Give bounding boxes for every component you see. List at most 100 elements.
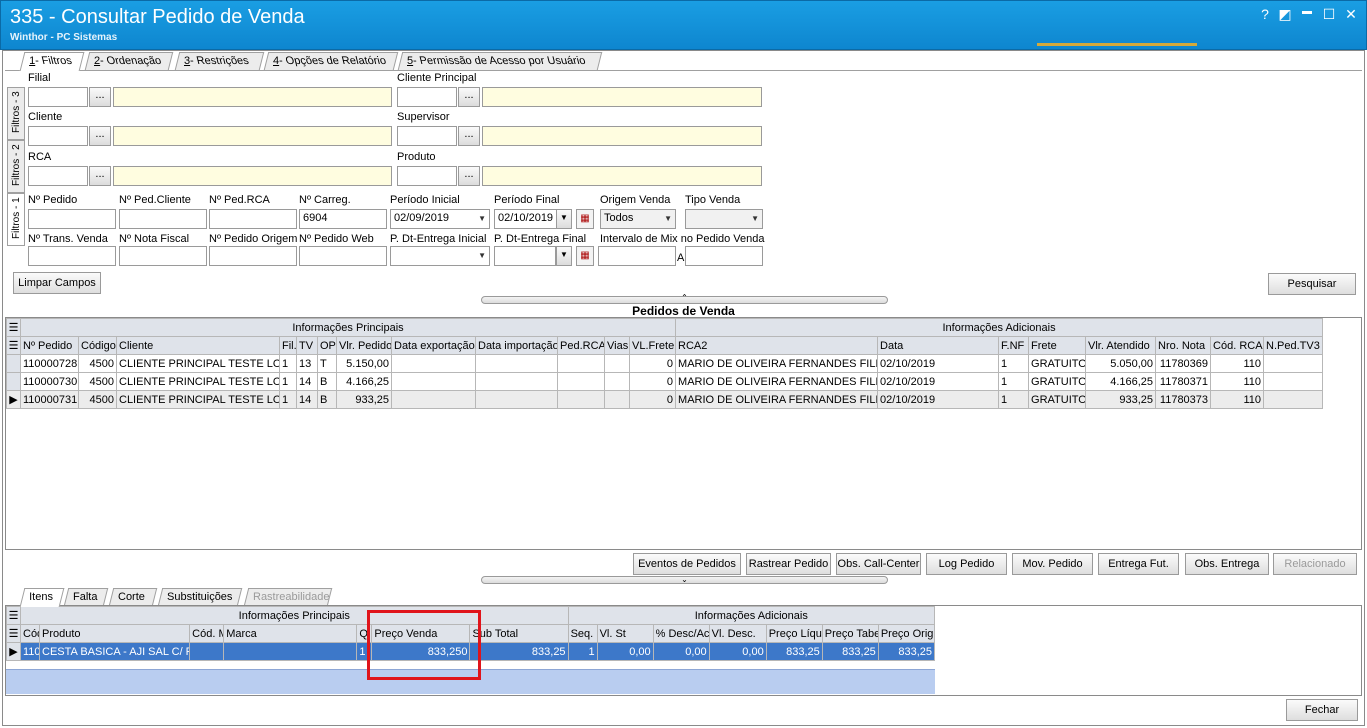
chevron-down-icon[interactable]: ▼: [478, 214, 486, 223]
pedidos-cell[interactable]: GRATUITO: [1028, 354, 1087, 373]
pedidos-cell[interactable]: 110000730: [20, 372, 79, 391]
pedidos-cell[interactable]: B: [317, 390, 337, 409]
itens-col-header[interactable]: % Desc/Ac: [652, 624, 710, 643]
pedidos-cell[interactable]: 1: [279, 372, 297, 391]
pedidos-col-header[interactable]: Data: [877, 336, 1000, 355]
pedidos-cell[interactable]: [1263, 354, 1324, 373]
pedidos-cell[interactable]: 02/10/2019: [877, 390, 1000, 409]
pedidos-col-header[interactable]: F.NF: [998, 336, 1030, 355]
pedidos-col-header[interactable]: Cód. RCA: [1210, 336, 1265, 355]
obs-entrega-button[interactable]: Obs. Entrega: [1185, 553, 1269, 575]
pedidos-cell[interactable]: [557, 390, 605, 409]
itens-col-header[interactable]: Produto: [39, 624, 191, 643]
limpar-campos-button[interactable]: Limpar Campos: [13, 272, 101, 294]
pedidos-cell[interactable]: MARIO DE OLIVEIRA FERNANDES FILHO: [675, 372, 879, 391]
pedidos-cell[interactable]: 110: [1210, 390, 1265, 409]
pedidos-cell[interactable]: 02/10/2019: [877, 354, 1000, 373]
calendar-icon[interactable]: ▦: [576, 209, 594, 229]
rastrear-pedido-button[interactable]: Rastrear Pedido: [746, 553, 831, 575]
eventos-pedidos-button[interactable]: Eventos de Pedidos: [633, 553, 741, 575]
tab-filtros[interactable]: 1 - Filtros: [19, 52, 85, 71]
pesquisar-button[interactable]: Pesquisar: [1268, 273, 1356, 295]
pedidos-col-header[interactable]: Nº Pedido: [20, 336, 79, 355]
num-carreg-input[interactable]: 6904: [299, 209, 387, 229]
rca-code-input[interactable]: [28, 166, 88, 186]
pedidos-cell[interactable]: 5.050,00: [1085, 354, 1157, 373]
itens-cell[interactable]: 0,00: [596, 642, 654, 661]
pedidos-col-header[interactable]: VL.Frete: [628, 336, 677, 355]
grid-menu-icon[interactable]: ☰: [6, 606, 21, 625]
itens-cell[interactable]: CESTA BASICA - AJI SAL C/ PI: [39, 642, 191, 661]
pedidos-cell[interactable]: [475, 390, 558, 409]
grid-menu-icon[interactable]: ☰: [6, 624, 21, 643]
origem-venda-select[interactable]: Todos ▼: [600, 209, 676, 229]
pedidos-col-header[interactable]: Fil.: [279, 336, 297, 355]
tab-corte[interactable]: Corte: [108, 588, 158, 606]
pedidos-cell[interactable]: 1: [998, 372, 1030, 391]
itens-cell[interactable]: [223, 642, 358, 661]
pedidos-cell[interactable]: [1263, 372, 1324, 391]
grid-menu-icon[interactable]: ☰: [6, 318, 21, 337]
pedidos-row[interactable]: ▶ 110000731 4500 CLIENTE PRINCIPAL TESTE LO…: [6, 390, 1324, 409]
pedidos-cell[interactable]: GRATUITO: [1028, 372, 1087, 391]
pedidos-cell[interactable]: B: [317, 372, 337, 391]
pedidos-col-header[interactable]: Nro. Nota: [1155, 336, 1212, 355]
itens-cell[interactable]: 833,25: [469, 642, 569, 661]
pedidos-cell[interactable]: 4500: [78, 354, 117, 373]
num-nota-fiscal-input[interactable]: [119, 246, 207, 266]
chevron-down-icon[interactable]: ▼: [478, 251, 486, 260]
pedidos-col-header[interactable]: Vias: [604, 336, 630, 355]
itens-col-header[interactable]: Preço Orig: [877, 624, 936, 643]
intervalo-mix-from-input[interactable]: [598, 246, 676, 266]
log-pedido-button[interactable]: Log Pedido: [926, 553, 1007, 575]
pedidos-cell[interactable]: CLIENTE PRINCIPAL TESTE LOCA: [116, 390, 280, 409]
pedidos-cell[interactable]: [1263, 390, 1324, 409]
itens-cell[interactable]: [189, 642, 225, 661]
pedidos-cell[interactable]: 110000731: [20, 390, 79, 409]
pedidos-cell[interactable]: 1: [279, 390, 297, 409]
pedidos-row[interactable]: 110000728 4500 CLIENTE PRINCIPAL TESTE LOC…: [6, 354, 1324, 373]
pedidos-cell[interactable]: 933,25: [336, 390, 392, 409]
pedidos-cell[interactable]: CLIENTE PRINCIPAL TESTE LOCA: [116, 372, 280, 391]
entrega-fut-button[interactable]: Entrega Fut.: [1098, 553, 1179, 575]
p-dt-entrega-inicial-input[interactable]: ▼: [390, 246, 490, 266]
pedidos-cell[interactable]: 110000728: [20, 354, 79, 373]
fechar-button[interactable]: Fechar: [1286, 699, 1358, 721]
periodo-inicial-input[interactable]: 02/09/2019 ▼: [390, 209, 490, 229]
side-tab-filtros-2[interactable]: Filtros - 2: [7, 140, 25, 193]
pedidos-col-header[interactable]: TV: [296, 336, 318, 355]
tab-opcoes-relatorio[interactable]: 4 - Opções de Relatório: [263, 52, 399, 70]
expand-detail-handle[interactable]: ⌄: [481, 576, 888, 584]
pedidos-col-header[interactable]: Frete: [1028, 336, 1087, 355]
pedidos-cell[interactable]: [557, 354, 605, 373]
pedidos-cell[interactable]: [604, 354, 630, 373]
intervalo-mix-to-input[interactable]: [685, 246, 763, 266]
pedidos-cell[interactable]: [391, 354, 476, 373]
tab-falta[interactable]: Falta: [63, 588, 109, 606]
tab-itens[interactable]: Itens: [19, 588, 65, 607]
tab-ordenacao[interactable]: 2 - Ordenação: [84, 52, 174, 70]
num-ped-cliente-input[interactable]: [119, 209, 207, 229]
pedidos-cell[interactable]: GRATUITO: [1028, 390, 1087, 409]
pedidos-col-header[interactable]: Cliente: [116, 336, 280, 355]
side-tab-filtros-1[interactable]: Filtros - 1: [7, 193, 25, 246]
cliente-search-button[interactable]: ...: [89, 126, 111, 146]
pedidos-cell[interactable]: 0: [628, 372, 677, 391]
itens-cell[interactable]: 833,25: [765, 642, 823, 661]
itens-col-header[interactable]: Seq.: [567, 624, 598, 643]
periodo-final-dropdown-icon[interactable]: ▼: [556, 209, 572, 229]
calendar-icon[interactable]: ▦: [576, 246, 594, 266]
mov-pedido-button[interactable]: Mov. Pedido: [1012, 553, 1093, 575]
pedidos-cell[interactable]: 1: [279, 354, 297, 373]
pedidos-col-header[interactable]: RCA2: [675, 336, 879, 355]
itens-col-header[interactable]: Marca: [223, 624, 358, 643]
produto-code-input[interactable]: [397, 166, 457, 186]
itens-col-header[interactable]: Sub Total: [469, 624, 569, 643]
pedidos-col-header[interactable]: Código: [78, 336, 117, 355]
pedidos-cell[interactable]: 11780373: [1155, 390, 1212, 409]
grid-menu-icon[interactable]: ☰: [6, 336, 21, 355]
pedidos-cell[interactable]: 14: [296, 372, 318, 391]
num-pedido-input[interactable]: [28, 209, 116, 229]
pedidos-cell[interactable]: 110: [1210, 354, 1265, 373]
pedidos-cell[interactable]: T: [317, 354, 337, 373]
